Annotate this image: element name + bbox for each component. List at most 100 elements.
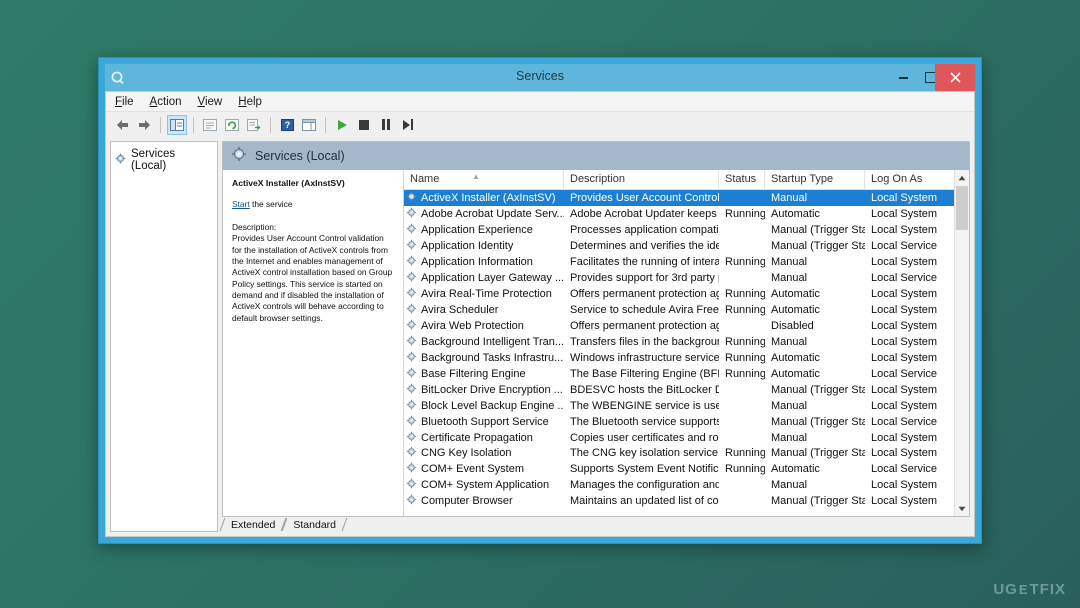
- cell-startup-type: Manual: [771, 335, 808, 348]
- table-row[interactable]: Computer Browser Maintains an updated lis…: [404, 493, 969, 509]
- service-name: Application Layer Gateway ...: [421, 271, 564, 284]
- cell-startup-type: Manual: [771, 431, 808, 444]
- cell-description: The WBENGINE service is used b...: [570, 399, 719, 412]
- table-row[interactable]: Application Information Facilitates the r…: [404, 254, 969, 270]
- vertical-scrollbar[interactable]: [954, 170, 969, 516]
- service-name: Computer Browser: [421, 495, 513, 508]
- start-service-link-suffix: the service: [249, 198, 293, 209]
- start-service-link[interactable]: Start: [232, 199, 250, 209]
- table-row[interactable]: Application Experience Processes applicat…: [404, 222, 969, 238]
- service-name: BitLocker Drive Encryption ...: [421, 383, 563, 396]
- window-title: Services: [516, 69, 564, 83]
- export-list-icon[interactable]: [244, 115, 264, 135]
- column-header-status[interactable]: Status: [719, 170, 765, 189]
- table-row[interactable]: Base Filtering Engine The Base Filtering …: [404, 366, 969, 382]
- watermark-e: E: [1018, 582, 1029, 597]
- table-row[interactable]: Avira Real-Time Protection Offers permane…: [404, 286, 969, 302]
- show-action-pane-icon[interactable]: [299, 115, 319, 135]
- cell-name: Avira Real-Time Protection: [404, 287, 564, 301]
- cell-description: Manages the configuration and ...: [570, 479, 719, 492]
- table-row[interactable]: Application Identity Determines and verif…: [404, 238, 969, 254]
- start-service-link-row: Start the service: [232, 199, 394, 210]
- cell-log-on-as: Local Service: [871, 271, 938, 284]
- service-name: Background Intelligent Tran...: [421, 335, 564, 348]
- cell-name: CNG Key Isolation: [404, 446, 564, 460]
- service-name: Application Information: [421, 255, 533, 268]
- show-hide-console-tree-icon[interactable]: [167, 114, 187, 135]
- column-header-startup-type[interactable]: Startup Type: [765, 170, 865, 189]
- help-icon[interactable]: ?: [277, 115, 297, 135]
- menu-bar: File Action View Help: [106, 92, 974, 112]
- cell-description: Service to schedule Avira Free A...: [570, 303, 719, 316]
- table-row[interactable]: Background Tasks Infrastru... Windows inf…: [404, 350, 969, 366]
- service-gear-icon: [406, 431, 417, 445]
- tree-item-services-local[interactable]: Services (Local): [111, 146, 217, 174]
- scroll-up-button[interactable]: [955, 170, 969, 185]
- table-row[interactable]: Avira Scheduler Service to schedule Avira…: [404, 302, 969, 318]
- cell-name: COM+ Event System: [404, 462, 564, 476]
- service-gear-icon: [406, 271, 417, 285]
- pause-service-icon[interactable]: [376, 115, 396, 135]
- console-body: Services (Local) Services (Local) Active…: [106, 137, 974, 536]
- cell-description: Transfers files in the backgroun...: [570, 335, 719, 348]
- table-row[interactable]: Adobe Acrobat Update Serv... Adobe Acroba…: [404, 206, 969, 222]
- restart-service-icon[interactable]: [398, 115, 418, 135]
- view-tabs: Extended Standard: [222, 516, 970, 532]
- table-row[interactable]: CNG Key Isolation The CNG key isolation s…: [404, 446, 969, 462]
- service-gear-icon: [406, 287, 417, 301]
- table-row[interactable]: COM+ System Application Manages the confi…: [404, 477, 969, 493]
- menu-file[interactable]: File: [115, 96, 134, 108]
- window-client-area: File Action View Help ? Services (Local)…: [105, 91, 975, 537]
- close-button[interactable]: [935, 64, 975, 91]
- menu-view[interactable]: View: [198, 96, 223, 108]
- list-header: Name ▲ Description Status Startup Type L…: [404, 170, 969, 190]
- services-list: Name ▲ Description Status Startup Type L…: [403, 170, 969, 516]
- description-label: Description:: [232, 221, 277, 232]
- column-header-name[interactable]: Name ▲: [404, 170, 564, 189]
- table-row[interactable]: Background Intelligent Tran... Transfers …: [404, 334, 969, 350]
- stop-service-icon[interactable]: [354, 115, 374, 135]
- refresh-icon[interactable]: [222, 115, 242, 135]
- start-service-icon[interactable]: [332, 115, 352, 135]
- column-header-description[interactable]: Description: [564, 170, 719, 189]
- service-name: Block Level Backup Engine ...: [421, 399, 564, 412]
- column-header-log-on-as[interactable]: Log On As: [865, 170, 965, 189]
- scroll-down-button[interactable]: [955, 501, 969, 516]
- cell-description: Provides User Account Control ...: [570, 191, 719, 204]
- table-row[interactable]: Avira Web Protection Offers permanent pro…: [404, 318, 969, 334]
- table-row[interactable]: BitLocker Drive Encryption ... BDESVC hos…: [404, 382, 969, 398]
- table-row[interactable]: Certificate Propagation Copies user certi…: [404, 430, 969, 446]
- minimize-button[interactable]: [889, 64, 917, 91]
- cell-startup-type: Disabled: [771, 319, 814, 332]
- table-row[interactable]: COM+ Event System Supports System Event N…: [404, 461, 969, 477]
- service-details-pane: ActiveX Installer (AxInstSV) Start the s…: [223, 170, 403, 516]
- scrollbar-thumb[interactable]: [956, 186, 968, 230]
- menu-help[interactable]: Help: [238, 96, 262, 108]
- forward-icon[interactable]: [134, 115, 154, 135]
- cell-description: Determines and verifies the iden...: [570, 239, 719, 252]
- table-row[interactable]: Block Level Backup Engine ... The WBENGIN…: [404, 398, 969, 414]
- back-icon[interactable]: [112, 115, 132, 135]
- cell-log-on-as: Local System: [871, 255, 938, 268]
- cell-startup-type: Manual (Trigger Start): [771, 495, 865, 508]
- service-gear-icon: [406, 207, 417, 221]
- cell-log-on-as: Local System: [871, 383, 938, 396]
- cell-log-on-as: Local System: [871, 351, 938, 364]
- tab-standard[interactable]: Standard: [284, 517, 345, 532]
- table-row[interactable]: Bluetooth Support Service The Bluetooth s…: [404, 414, 969, 430]
- table-row[interactable]: Application Layer Gateway ... Provides su…: [404, 270, 969, 286]
- table-row[interactable]: ActiveX Installer (AxInstSV) Provides Use…: [404, 190, 969, 206]
- cell-startup-type: Automatic: [771, 351, 820, 364]
- cell-description: Supports System Event Notificat...: [570, 463, 719, 476]
- cell-startup-type: Manual: [771, 479, 808, 492]
- watermark-suffix: TFIX: [1029, 581, 1066, 598]
- service-gear-icon: [406, 255, 417, 269]
- cell-log-on-as: Local Service: [871, 367, 938, 380]
- menu-action[interactable]: Action: [150, 96, 182, 108]
- properties-icon[interactable]: [200, 115, 220, 135]
- toolbar-separator: [193, 116, 194, 133]
- service-name: Avira Web Protection: [421, 319, 524, 332]
- tab-extended[interactable]: Extended: [222, 517, 284, 532]
- cell-name: Computer Browser: [404, 494, 564, 508]
- cell-name: BitLocker Drive Encryption ...: [404, 383, 564, 397]
